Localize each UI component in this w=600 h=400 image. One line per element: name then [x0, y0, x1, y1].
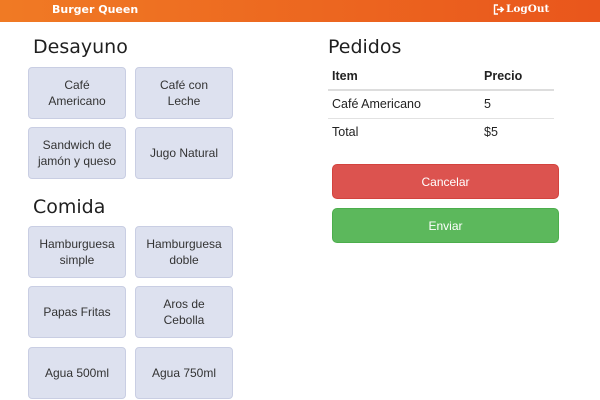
table-row: Café Americano 5 — [328, 90, 554, 119]
top-bar: Burger Queen LogOut — [0, 0, 600, 22]
menu-item-agua-750ml[interactable]: Agua 750ml — [135, 347, 233, 399]
column-header-price: Precio — [480, 62, 554, 91]
menu-item-agua-500ml[interactable]: Agua 500ml — [28, 347, 126, 399]
logout-icon — [493, 3, 505, 15]
logout-label: LogOut — [506, 3, 550, 15]
menu-item-cafe-americano[interactable]: Café Americano — [28, 67, 126, 119]
column-header-item: Item — [328, 62, 480, 91]
table-header-row: Item Precio — [328, 62, 554, 91]
orders-table: Item Precio Café Americano 5 Total $5 — [328, 62, 554, 146]
orders-title: Pedidos — [328, 36, 402, 58]
breakfast-title: Desayuno — [33, 36, 128, 58]
menu-item-papas-fritas[interactable]: Papas Fritas — [28, 286, 126, 338]
total-label: Total — [332, 125, 359, 140]
menu-item-sandwich[interactable]: Sandwich de jamón y queso — [28, 127, 126, 179]
menu-item-aros-de-cebolla[interactable]: Aros de Cebolla — [135, 286, 233, 338]
total-value: $5 — [484, 125, 498, 140]
menu-item-cafe-con-leche[interactable]: Café con Leche — [135, 67, 233, 119]
send-button[interactable]: Enviar — [332, 208, 559, 243]
menu-item-hamburguesa-simple[interactable]: Hamburguesa simple — [28, 226, 126, 278]
menu-item-jugo-natural[interactable]: Jugo Natural — [135, 127, 233, 179]
menu-item-hamburguesa-doble[interactable]: Hamburguesa doble — [135, 226, 233, 278]
lunch-title: Comida — [33, 196, 106, 218]
order-item-price: 5 — [480, 90, 554, 119]
order-item-name: Café Americano — [328, 90, 480, 119]
cancel-button[interactable]: Cancelar — [332, 164, 559, 199]
total-row: Total $5 — [328, 118, 554, 146]
logout-button[interactable]: LogOut — [493, 3, 549, 15]
brand-name: Burger Queen — [52, 3, 139, 16]
